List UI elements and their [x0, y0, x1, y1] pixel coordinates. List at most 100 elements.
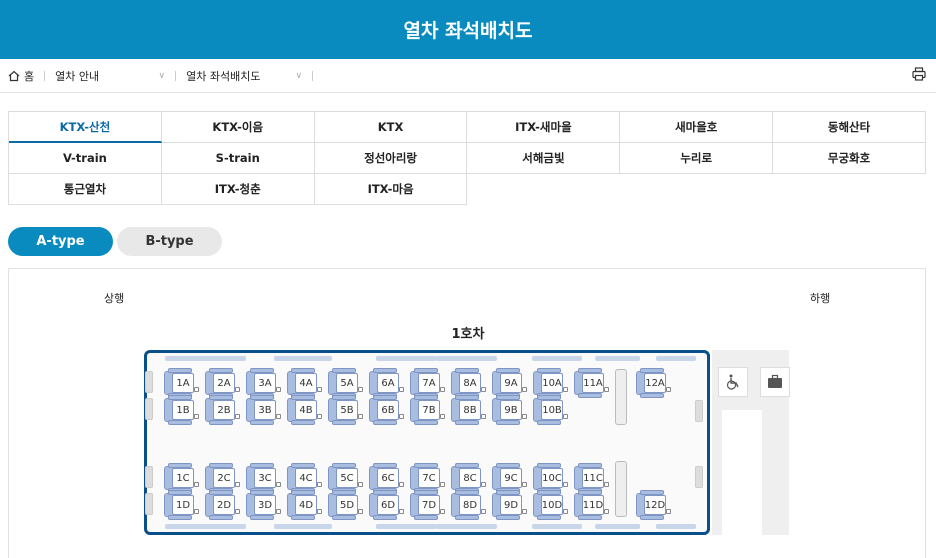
breadcrumb-home[interactable]: 홈	[8, 68, 34, 84]
seat-4c[interactable]: 4C	[287, 463, 323, 493]
car-title: 1호차	[451, 327, 485, 342]
seat-7c[interactable]: 7C	[410, 463, 446, 493]
seat-number: 8C	[459, 468, 481, 488]
seat-dot	[440, 509, 445, 514]
print-icon[interactable]	[912, 67, 926, 81]
seat-8b[interactable]: 8B	[451, 395, 487, 425]
seat-1c[interactable]: 1C	[164, 463, 200, 493]
tab-ktx[interactable]: KTX	[314, 112, 468, 143]
seat-9b[interactable]: 9B	[492, 395, 528, 425]
tab-ktx-sancheon[interactable]: KTX-산천	[9, 112, 162, 143]
seat-2b[interactable]: 2B	[205, 395, 241, 425]
seat-arm-b	[373, 515, 397, 520]
tab-row: KTX-산천 KTX-이음 KTX ITX-새마을 새마을호 동해산타	[9, 112, 926, 143]
seat-dot	[604, 482, 609, 487]
luggage-rack-strip	[274, 524, 332, 529]
seat-number: 5C	[336, 468, 358, 488]
tab-itx-maeum[interactable]: ITX-마음	[314, 174, 468, 205]
luggage-rack-strip	[595, 524, 640, 529]
seat-11d[interactable]: 11D	[574, 490, 610, 520]
seat-number: 8A	[459, 373, 481, 393]
b-type-button[interactable]: B-type	[117, 227, 222, 256]
seat-7d[interactable]: 7D	[410, 490, 446, 520]
luggage-rack-strip	[435, 356, 497, 361]
seat-3d[interactable]: 3D	[246, 490, 282, 520]
seat-9d[interactable]: 9D	[492, 490, 528, 520]
tab-nuriro[interactable]: 누리로	[620, 143, 774, 174]
seat-8d[interactable]: 8D	[451, 490, 487, 520]
seat-6a[interactable]: 6A	[369, 368, 405, 398]
seat-1d[interactable]: 1D	[164, 490, 200, 520]
a-type-button[interactable]: A-type	[8, 227, 113, 256]
seat-8c[interactable]: 8C	[451, 463, 487, 493]
seat-12a[interactable]: 12A	[636, 368, 672, 398]
seat-number: 5A	[336, 373, 358, 393]
seat-7a[interactable]: 7A	[410, 368, 446, 398]
seat-arm-b	[414, 515, 438, 520]
seat-6c[interactable]: 6C	[369, 463, 405, 493]
tab-seohae-geumbit[interactable]: 서해금빛	[467, 143, 621, 174]
luggage-rack-strip	[656, 524, 696, 529]
seat-arm-b	[332, 420, 356, 425]
seat-dot	[194, 509, 199, 514]
luggage-rack-strip	[532, 524, 582, 529]
seat-10c[interactable]: 10C	[533, 463, 569, 493]
seat-10a[interactable]: 10A	[533, 368, 569, 398]
seat-dot	[563, 387, 568, 392]
seat-10b[interactable]: 10B	[533, 395, 569, 425]
seat-2d[interactable]: 2D	[205, 490, 241, 520]
window-pillar	[145, 398, 153, 420]
tab-itx-cheongchun[interactable]: ITX-청춘	[161, 174, 315, 205]
breadcrumb-dropdown-1[interactable]: 열차 안내 ∨	[55, 68, 165, 84]
seat-1b[interactable]: 1B	[164, 395, 200, 425]
seat-9c[interactable]: 9C	[492, 463, 528, 493]
seat-11c[interactable]: 11C	[574, 463, 610, 493]
seat-dot	[399, 482, 404, 487]
tab-donghae-santa[interactable]: 동해산타	[773, 112, 926, 143]
seat-3c[interactable]: 3C	[246, 463, 282, 493]
tab-jeongseon-arirang[interactable]: 정선아리랑	[314, 143, 468, 174]
seat-6b[interactable]: 6B	[369, 395, 405, 425]
seat-number: 9B	[500, 400, 522, 420]
breadcrumb-dropdown-2[interactable]: 열차 좌석배치도 ∨	[186, 68, 302, 84]
seat-8a[interactable]: 8A	[451, 368, 487, 398]
seat-9a[interactable]: 9A	[492, 368, 528, 398]
seat-dot	[276, 482, 281, 487]
seat-2a[interactable]: 2A	[205, 368, 241, 398]
tab-v-train[interactable]: V-train	[9, 143, 162, 174]
seat-1a[interactable]: 1A	[164, 368, 200, 398]
tab-commuter-train[interactable]: 통근열차	[9, 174, 162, 205]
seat-5c[interactable]: 5C	[328, 463, 364, 493]
seat-4a[interactable]: 4A	[287, 368, 323, 398]
seat-number: 5B	[336, 400, 358, 420]
home-icon	[8, 70, 20, 81]
seat-arm-b	[209, 420, 233, 425]
tab-mugunghwaho[interactable]: 무궁화호	[773, 143, 926, 174]
seat-6d[interactable]: 6D	[369, 490, 405, 520]
seat-4b[interactable]: 4B	[287, 395, 323, 425]
seat-number: 4C	[295, 468, 317, 488]
divider	[312, 70, 314, 81]
tab-s-train[interactable]: S-train	[161, 143, 315, 174]
seat-5d[interactable]: 5D	[328, 490, 364, 520]
seat-number: 9C	[500, 468, 522, 488]
tab-itx-saemaeul[interactable]: ITX-새마을	[467, 112, 621, 143]
page-header: 열차 좌석배치도	[0, 0, 936, 59]
seat-3a[interactable]: 3A	[246, 368, 282, 398]
tab-ktx-eum[interactable]: KTX-이음	[161, 112, 315, 143]
seat-dot	[481, 482, 486, 487]
tab-saemaeulho[interactable]: 새마을호	[620, 112, 774, 143]
seat-5a[interactable]: 5A	[328, 368, 364, 398]
luggage-rack-strip	[435, 524, 497, 529]
seat-dot	[440, 387, 445, 392]
seat-10d[interactable]: 10D	[533, 490, 569, 520]
seat-5b[interactable]: 5B	[328, 395, 364, 425]
seat-11a[interactable]: 11A	[574, 368, 610, 398]
seat-12d[interactable]: 12D	[636, 490, 672, 520]
seat-7b[interactable]: 7B	[410, 395, 446, 425]
breadcrumb-home-label: 홈	[24, 69, 35, 83]
seat-number: 7D	[418, 495, 440, 515]
seat-3b[interactable]: 3B	[246, 395, 282, 425]
seat-4d[interactable]: 4D	[287, 490, 323, 520]
seat-2c[interactable]: 2C	[205, 463, 241, 493]
